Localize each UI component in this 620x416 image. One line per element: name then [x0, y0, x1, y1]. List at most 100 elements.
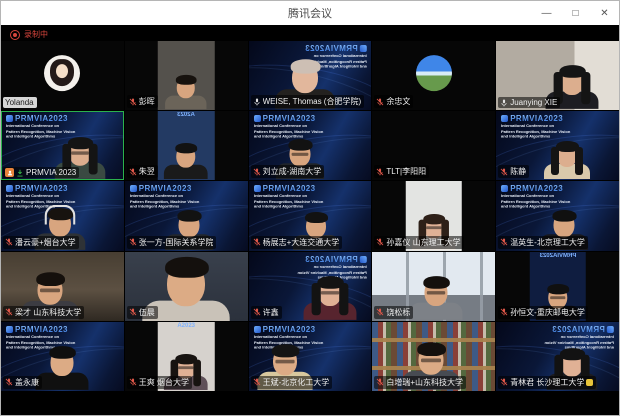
mic-muted-icon	[129, 308, 137, 316]
participant-name: 杨展志+大连交通大学	[263, 237, 340, 248]
video-tile[interactable]: 饶松栎	[372, 252, 495, 321]
prmvia-logo-icon	[607, 326, 614, 333]
prmvia-logo-icon	[359, 256, 366, 263]
mic-on-icon	[500, 99, 508, 107]
mic-muted-icon	[376, 238, 384, 246]
mic-muted-icon	[129, 238, 137, 246]
video-tile[interactable]: 彭晖	[125, 41, 248, 110]
meeting-window: 腾讯会议 — □ ✕ 录制中 Yolanda彭晖PRMVIA2023Intern…	[0, 0, 620, 416]
phone-video	[158, 41, 214, 110]
virtual-bg-logo-text: PRMVIA2023	[263, 114, 316, 123]
mic-muted-icon	[500, 308, 508, 316]
video-tile[interactable]: Yolanda	[1, 41, 124, 110]
participant-silhouette	[295, 278, 364, 321]
headphones	[45, 204, 76, 224]
prmvia-logo-icon	[6, 185, 13, 192]
name-label: 孙恒文-重庆邮电大学	[498, 306, 588, 319]
participant-name: Juanying XIE	[510, 98, 557, 107]
video-tile[interactable]: PRMVIA2023International Conference onPat…	[125, 181, 248, 250]
video-tile[interactable]: TLT|李阳阳	[372, 111, 495, 180]
video-tile[interactable]: PRMVIA2023International Conference onPat…	[496, 181, 619, 250]
virtual-bg-lines: International Conference onPattern Recog…	[254, 124, 323, 140]
video-tile[interactable]: PRMVIA2023 孙恒文-重庆邮电大学	[496, 252, 619, 321]
prmvia-logo-icon	[254, 185, 261, 192]
participant-name: 张一方-国际关系学院	[139, 237, 214, 248]
mic-muted-icon	[5, 378, 13, 386]
minimize-button[interactable]: —	[532, 1, 561, 25]
name-label: 青林君 长沙理工大学	[498, 376, 596, 389]
name-label: 朱翌	[127, 165, 158, 178]
virtual-bg-logo-text: PRMVIA2023	[15, 325, 68, 334]
video-tile[interactable]: PRMVIA2023International Conference onPat…	[249, 181, 372, 250]
participant-name: 伍晨	[139, 307, 155, 318]
virtual-bg-logo-text: PRMVIA2023	[15, 184, 68, 193]
landscape-avatar	[416, 55, 452, 91]
glasses	[179, 366, 194, 369]
video-tile[interactable]: 孙嘉仪 山东理工大学	[372, 181, 495, 250]
glasses	[40, 288, 60, 292]
mic-muted-icon	[253, 168, 261, 176]
mic-muted-icon	[253, 378, 261, 386]
maximize-button[interactable]: □	[561, 1, 590, 25]
prmvia-logo-icon	[6, 326, 13, 333]
video-tile[interactable]: PRMVIA2023International Conference onPat…	[249, 111, 372, 180]
name-label: 孙嘉仪 山东理工大学	[374, 236, 463, 249]
name-label: 张一方-国际关系学院	[127, 236, 217, 249]
mic-on-icon	[253, 98, 261, 106]
virtual-bg-logo-text: PRMVIA2023	[510, 114, 563, 123]
mic-muted-icon	[376, 308, 384, 316]
video-tile[interactable]: PRMVIA2023International Conference onPat…	[496, 322, 619, 391]
video-tile[interactable]: PRMVIA2023International Conference onPat…	[249, 41, 372, 110]
phone-video: A2023	[158, 111, 214, 180]
prmvia-logo-icon	[130, 185, 137, 192]
name-label: 彭晖	[127, 95, 158, 108]
video-tile[interactable]: PRMVIA2023International Conference onPat…	[1, 181, 124, 250]
phone-banner-text: PRMVIA2023	[529, 252, 585, 259]
video-tile[interactable]: A2023王爽 烟台大学	[125, 322, 248, 391]
window-title: 腾讯会议	[1, 5, 619, 21]
video-tile[interactable]: A2023朱翌	[125, 111, 248, 180]
name-label: 潘云豪+烟台大学	[3, 236, 79, 249]
mic-muted-icon	[376, 168, 384, 176]
virtual-bg-lines: International Conference onPattern Recog…	[501, 194, 570, 210]
video-tile[interactable]: 梁才 山东科技大学	[1, 252, 124, 321]
virtual-bg-logo-text: PRMVIA2023	[304, 44, 357, 53]
video-tile[interactable]: PRMVIA2023International Conference onPat…	[249, 252, 372, 321]
participant-name: 王斌-北京化工大学	[263, 377, 330, 388]
participant-name: 彭晖	[139, 96, 155, 107]
video-tile[interactable]: PRMVIA2023International Conference onPat…	[1, 322, 124, 391]
glasses	[426, 226, 441, 229]
participant-silhouette	[537, 143, 597, 180]
cartoon-avatar	[44, 55, 80, 91]
video-tile[interactable]: PRMVIA2023International Conference onPat…	[1, 111, 124, 180]
mic-muted-icon	[376, 378, 384, 386]
name-label: 梁才 山东科技大学	[3, 306, 84, 319]
video-tile[interactable]: 伍晨	[125, 252, 248, 321]
name-label: 杨展志+大连交通大学	[251, 236, 343, 249]
prmvia-logo-icon	[501, 115, 508, 122]
virtual-bg-logo-text: PRMVIA2023	[552, 325, 605, 334]
participant-name: 许鑫	[263, 307, 279, 318]
video-tile[interactable]: PRMVIA2023International Conference onPat…	[496, 111, 619, 180]
participant-name: TLT|李阳阳	[386, 166, 426, 177]
glasses	[421, 358, 441, 362]
close-button[interactable]: ✕	[590, 1, 619, 25]
video-tile[interactable]: 余忠文	[372, 41, 495, 110]
video-tile[interactable]: 白增瑞+山东科技大学	[372, 322, 495, 391]
virtual-bg-logo-text: PRMVIA2023	[139, 184, 192, 193]
recording-label: 录制中	[24, 29, 48, 40]
name-label: 王爽 烟台大学	[127, 376, 192, 389]
mic-muted-icon	[129, 168, 137, 176]
participant-name: 王爽 烟台大学	[139, 377, 189, 388]
name-label: Juanying XIE	[498, 97, 560, 108]
prmvia-logo-icon	[6, 115, 13, 122]
virtual-bg-lines: International Conference onPattern Recog…	[130, 194, 199, 210]
participant-name: 温英生-北京理工大学	[510, 237, 585, 248]
participant-name: 白增瑞+山东科技大学	[386, 377, 463, 388]
video-tile[interactable]: PRMVIA2023International Conference onPat…	[249, 322, 372, 391]
video-grid: Yolanda彭晖PRMVIA2023International Confere…	[1, 41, 619, 391]
participant-name: 梁才 山东科技大学	[15, 307, 81, 318]
virtual-bg-logo-text: PRMVIA2023	[263, 184, 316, 193]
name-label: TLT|李阳阳	[374, 165, 429, 178]
video-tile[interactable]: Juanying XIE	[496, 41, 619, 110]
